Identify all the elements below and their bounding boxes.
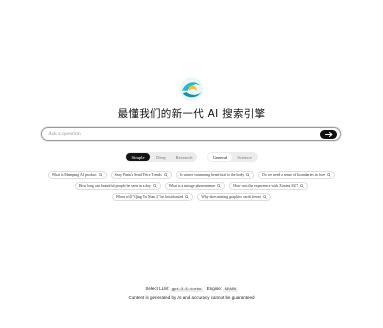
category-selector: General Science (207, 152, 258, 162)
suggestion-chip[interactable]: Do we need a sense of boundaries in love (258, 171, 336, 179)
suggestion-chip[interactable]: How long can beautiful people be seen in… (74, 182, 161, 190)
suggestion-text: What is a mirage phenomenon (168, 183, 216, 188)
search-icon (263, 194, 267, 199)
suggestion-text: Do we need a sense of boundaries in love (262, 172, 326, 177)
suggestion-chip[interactable]: How was the experience with Xiaomi SU7 (229, 182, 309, 190)
suggestion-text: Why does mining graphics cards freeze (201, 194, 262, 199)
llm-label: Select LLM: (145, 286, 170, 291)
category-general[interactable]: General (208, 153, 232, 161)
suggestion-text: How long can beautiful people be seen in… (78, 183, 151, 188)
llm-engine-settings: Select LLM: gpt-3.5-turbo Engine: SEARX (0, 286, 383, 292)
suggestion-chip[interactable]: Seay Pams's Send Price Trends (110, 171, 172, 179)
arrow-right-icon (324, 131, 332, 137)
app-logo-icon (179, 77, 204, 102)
search-icon (152, 183, 157, 188)
suggestion-text: What is Mamping AI product (51, 172, 97, 177)
search-icon (98, 172, 103, 177)
mode-simple[interactable]: Simple (126, 153, 150, 161)
suggestion-row: What is Mamping AI product Seay Pams's S… (0, 171, 383, 179)
engine-label: Engine: (206, 286, 222, 291)
suggestion-chip[interactable]: Is winter swimming beneficial to the bod… (175, 171, 255, 179)
suggestion-text: Seay Pams's Send Price Trends (114, 172, 162, 177)
search-bar (41, 127, 341, 141)
suggestion-text: When will "Qing Yu Nian 2" be broadcaste… (115, 194, 184, 199)
submit-search-button[interactable] (320, 129, 337, 139)
suggestion-row: How long can beautiful people be seen in… (0, 182, 383, 190)
suggestion-chip[interactable]: When will "Qing Yu Nian 2" be broadcaste… (111, 193, 194, 201)
suggestion-chip[interactable]: What is Mamping AI product (47, 171, 107, 179)
suggestion-chip[interactable]: Why does mining graphics cards freeze (197, 193, 272, 201)
mode-deep[interactable]: Deep (150, 153, 172, 161)
search-icon (300, 183, 304, 188)
search-icon (217, 183, 222, 188)
disclaimer: Content is generated by AI and accuracy … (128, 295, 255, 300)
suggestion-text: How was the experience with Xiaomi SU7 (233, 183, 299, 188)
suggestion-row: When will "Qing Yu Nian 2" be broadcaste… (0, 193, 383, 201)
suggestion-chip[interactable]: What is a mirage phenomenon (164, 182, 226, 190)
search-mode-selector: Simple Deep Research (125, 152, 197, 162)
search-input[interactable] (48, 129, 308, 139)
suggestion-text: Is winter swimming beneficial to the bod… (179, 172, 245, 177)
page-title: 最懂我们的新一代 AI 搜索引擎 (117, 108, 266, 120)
mode-research[interactable]: Research (172, 153, 196, 161)
search-icon (327, 172, 331, 177)
llm-select[interactable]: gpt-3.5-turbo (170, 288, 203, 292)
search-icon (185, 194, 189, 199)
search-icon (246, 172, 250, 177)
search-icon (163, 172, 168, 177)
engine-select[interactable]: SEARX (223, 288, 238, 292)
category-science[interactable]: Science (232, 153, 257, 161)
